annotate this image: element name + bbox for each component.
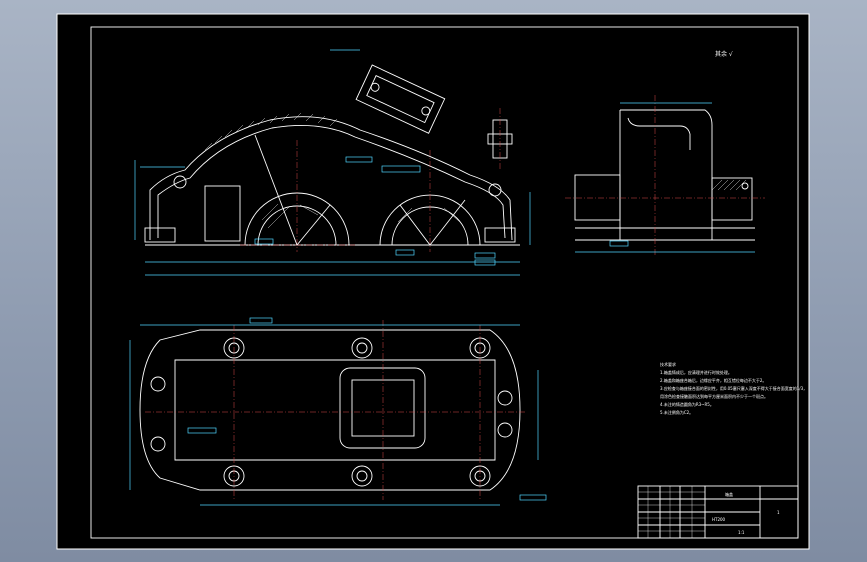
drawing-sheet bbox=[56, 13, 810, 550]
note-line: 5.未注倒角为C2。 bbox=[660, 409, 693, 415]
note-line: 4.未注的铸造圆角为R3~R5。 bbox=[660, 401, 714, 407]
note-line: 1.箱盖铸成后，应清理并进行时效处理。 bbox=[660, 369, 732, 375]
cad-viewport[interactable]: 其余 √ 技术要求 1.箱盖铸成后，应清理并进行时效处理。 2.箱盖和箱座合箱后… bbox=[0, 0, 867, 562]
note-line: 2.箱盖和箱座合箱后，边缘应平齐，相互错位每边不大于2。 bbox=[660, 377, 766, 383]
drawing-name: 箱盖 bbox=[725, 491, 733, 497]
scale: 1:1 bbox=[738, 530, 745, 535]
notes-heading: 技术要求 bbox=[660, 361, 676, 367]
cad-drawing-canvas[interactable]: 其余 √ 技术要求 1.箱盖铸成后，应清理并进行时效处理。 2.箱盖和箱座合箱后… bbox=[0, 0, 867, 562]
material: HT200 bbox=[712, 517, 726, 522]
note-line: 用涂色检查接触面积达到每平方厘米面积内不少于一个斑点。 bbox=[660, 393, 768, 399]
roughness-note: 其余 √ bbox=[715, 50, 733, 58]
note-line: 3.应检查与箱座接合面的密封性，用0.05塞尺塞入深度不得大于接合面宽度的1/3… bbox=[660, 385, 807, 391]
